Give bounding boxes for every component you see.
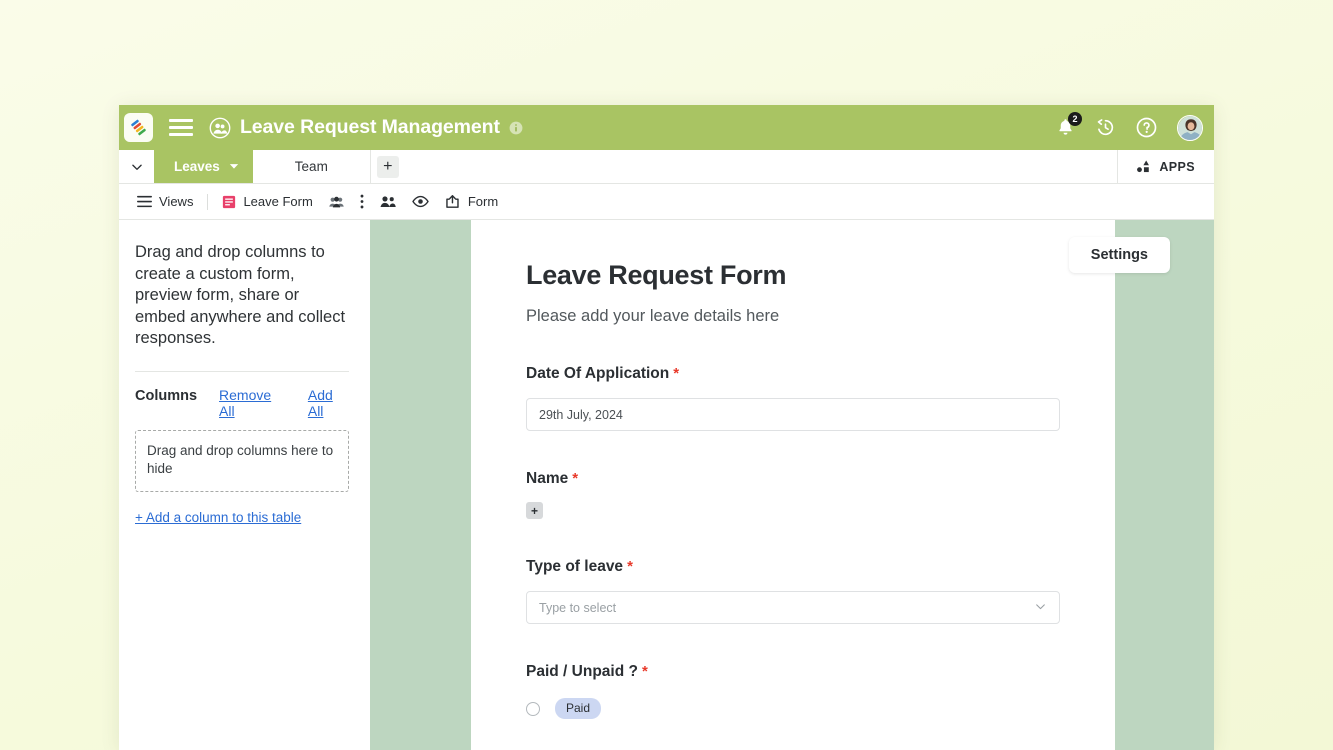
type-of-leave-placeholder: Type to select	[539, 601, 616, 615]
list-lines-icon	[137, 195, 152, 208]
form-title: Leave Request Form	[526, 260, 1060, 291]
field-label: Paid / Unpaid ?*	[526, 663, 1060, 681]
share-arrow-icon	[445, 194, 461, 209]
field-label: Name*	[526, 470, 1060, 488]
columns-header-row: Columns Remove All Add All	[135, 387, 349, 419]
app-window: Leave Request Management 2	[119, 105, 1214, 750]
tab-leaves-label: Leaves	[174, 159, 220, 174]
preview-button[interactable]	[404, 184, 437, 219]
field-name: Name* +	[526, 470, 1060, 519]
team-badge-icon	[209, 117, 231, 139]
toolbar-divider	[207, 194, 208, 210]
columns-sidebar: Drag and drop columns to create a custom…	[119, 220, 370, 750]
remove-all-link[interactable]: Remove All	[219, 387, 286, 419]
form-card: Leave Request Form Please add your leave…	[471, 220, 1115, 750]
field-label: Type of leave*	[526, 558, 1060, 576]
form-settings-button[interactable]: Settings	[1069, 237, 1170, 273]
required-marker: *	[627, 558, 633, 575]
form-red-icon	[222, 195, 236, 209]
paid-option-row: Paid	[526, 698, 1060, 719]
required-marker: *	[642, 663, 648, 680]
field-label-text: Paid / Unpaid ?	[526, 663, 638, 680]
more-vertical-icon	[360, 194, 364, 209]
paid-radio[interactable]	[526, 702, 540, 716]
sidebar-description: Drag and drop columns to create a custom…	[135, 242, 349, 350]
eye-icon	[412, 195, 429, 208]
hamburger-menu-icon[interactable]	[169, 119, 193, 136]
date-of-application-value: 29th July, 2024	[539, 408, 623, 422]
field-label-text: Date Of Application	[526, 365, 669, 382]
app-logo[interactable]	[124, 113, 153, 142]
sidebar-divider	[135, 371, 349, 372]
add-all-link[interactable]: Add All	[308, 387, 349, 419]
apps-grid-icon	[1137, 160, 1152, 173]
workspace-tab-strip: Leaves Team + APPS	[119, 150, 1214, 184]
tab-leaves[interactable]: Leaves	[154, 150, 253, 183]
form-share-button[interactable]: Form	[437, 184, 506, 219]
add-column-link[interactable]: + Add a column to this table	[135, 510, 301, 525]
apps-button[interactable]: APPS	[1117, 150, 1214, 183]
notifications-button[interactable]: 2	[1056, 117, 1075, 138]
header-actions: 2	[1056, 115, 1203, 141]
caret-down-icon	[229, 159, 239, 174]
columns-label: Columns	[135, 388, 197, 404]
more-options-button[interactable]	[352, 184, 372, 219]
views-label: Views	[159, 194, 193, 209]
history-clock-icon[interactable]	[1095, 117, 1116, 138]
required-marker: *	[572, 470, 578, 487]
page-title: Leave Request Management	[240, 116, 500, 139]
field-label: Date Of Application*	[526, 365, 1060, 383]
top-header-bar: Leave Request Management 2	[119, 105, 1214, 150]
share-users-button[interactable]	[372, 184, 404, 219]
tab-team[interactable]: Team	[253, 150, 371, 183]
help-circle-icon[interactable]	[1136, 117, 1157, 138]
form-subtitle: Please add your leave details here	[526, 307, 1060, 326]
apps-label: APPS	[1159, 160, 1195, 174]
tab-team-label: Team	[295, 159, 328, 174]
collaborators-button[interactable]	[321, 184, 352, 219]
info-circle-icon[interactable]	[509, 121, 523, 135]
tabs-collapse-button[interactable]	[119, 150, 154, 183]
field-date-of-application: Date Of Application* 29th July, 2024	[526, 365, 1060, 431]
user-avatar-icon	[1178, 116, 1203, 141]
field-paid-unpaid: Paid / Unpaid ?* Paid	[526, 663, 1060, 719]
views-button[interactable]: Views	[129, 184, 201, 219]
chevron-down-icon	[1034, 600, 1047, 616]
zoho-tables-logo-icon	[129, 118, 148, 137]
view-toolbar: Views Leave Form	[119, 184, 1214, 220]
form-share-label: Form	[468, 194, 498, 209]
hidden-columns-dropzone[interactable]: Drag and drop columns here to hide	[135, 430, 349, 492]
plus-icon: +	[377, 156, 399, 178]
type-of-leave-select[interactable]: Type to select	[526, 591, 1060, 624]
field-label-text: Type of leave	[526, 558, 623, 575]
form-builder-body: Drag and drop columns to create a custom…	[119, 220, 1214, 750]
avatar[interactable]	[1177, 115, 1203, 141]
collaborators-icon	[329, 196, 344, 208]
required-marker: *	[673, 365, 679, 382]
notification-badge: 2	[1068, 112, 1082, 126]
chevron-down-icon	[130, 160, 144, 174]
add-tab-button[interactable]: +	[371, 150, 405, 183]
field-label-text: Name	[526, 470, 568, 487]
date-of-application-input[interactable]: 29th July, 2024	[526, 398, 1060, 431]
share-users-icon	[380, 195, 396, 208]
name-add-button[interactable]: +	[526, 502, 543, 519]
paid-chip[interactable]: Paid	[555, 698, 601, 719]
leave-form-view[interactable]: Leave Form	[214, 184, 320, 219]
leave-form-label: Leave Form	[243, 194, 312, 209]
field-type-of-leave: Type of leave* Type to select	[526, 558, 1060, 624]
form-preview-backdrop: Settings Leave Request Form Please add y…	[370, 220, 1214, 750]
